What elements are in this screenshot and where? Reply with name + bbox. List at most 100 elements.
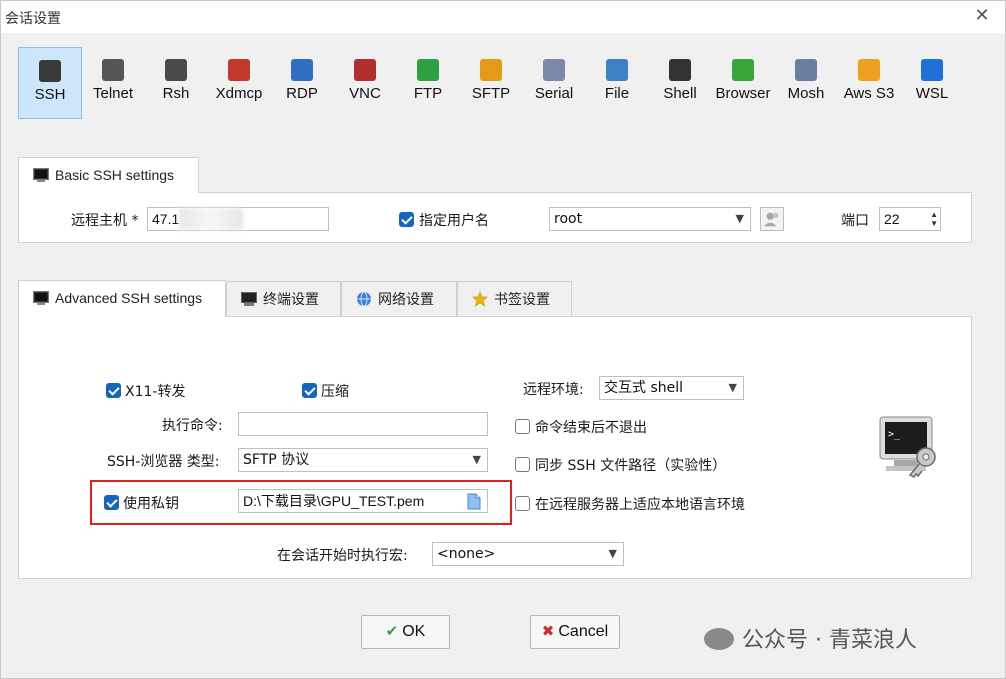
watermark: 公众号 · 青菜浪人 (704, 622, 917, 654)
protocol-label: FTP (413, 85, 443, 102)
chevron-down-icon: ▼ (608, 547, 617, 560)
aws-s3-icon (858, 59, 880, 81)
compression-checkbox[interactable] (302, 383, 317, 398)
startup-macro-select[interactable]: <none> ▼ (432, 542, 624, 566)
browser-icon (732, 59, 754, 81)
startup-macro-value: <none> (437, 546, 496, 562)
port-input[interactable]: 22 ▲ ▼ (879, 207, 941, 231)
username-select[interactable]: root ▼ (549, 207, 751, 231)
title-bar: 会话设置 ✕ (1, 1, 1005, 33)
x11-forwarding-checkbox[interactable] (106, 383, 121, 398)
ssh-key-terminal-icon: >_ (879, 416, 936, 478)
shell-icon (669, 59, 691, 81)
tab-label: 书签设置 (494, 291, 550, 307)
remote-environment-select[interactable]: 交互式 shell ▼ (599, 376, 744, 400)
ssh-browser-type-select[interactable]: SFTP 协议 ▼ (238, 448, 488, 472)
protocol-ssh-button[interactable]: SSH (18, 47, 82, 119)
protocol-wsl-button[interactable]: WSL (900, 47, 964, 119)
vnc-icon (354, 59, 376, 81)
specify-username-checkbox[interactable] (399, 212, 414, 227)
redacted-host (179, 208, 243, 230)
do-not-exit-label: 命令结束后不退出 (535, 420, 647, 436)
adapt-locale-checkbox[interactable] (515, 496, 530, 511)
tab-advanced-ssh-settings[interactable]: Advanced SSH settings (18, 280, 226, 318)
chevron-down-icon: ▼ (472, 453, 481, 466)
protocol-label: Telnet (92, 85, 134, 102)
watermark-text: 公众号 · 青菜浪人 (742, 628, 917, 653)
protocol-label: SFTP (471, 85, 511, 102)
compression-label: 压缩 (321, 384, 349, 400)
protocol-label: Xdmcp (215, 85, 263, 102)
startup-macro-label: 在会话开始时执行宏: (277, 548, 408, 564)
spinner-arrows-icon[interactable]: ▲ ▼ (930, 210, 938, 228)
protocol-label: WSL (915, 85, 949, 102)
network-globe-icon (357, 291, 371, 307)
protocol-rdp-button[interactable]: RDP (270, 47, 334, 119)
sync-ssh-path-label: 同步 SSH 文件路径（实验性） (535, 458, 727, 474)
protocol-shell-button[interactable]: Shell (648, 47, 712, 119)
cancel-label: Cancel (558, 623, 609, 640)
protocol-label: VNC (349, 85, 381, 102)
tab-bookmark-settings[interactable]: 书签设置 (457, 281, 572, 317)
highlight-box (90, 480, 512, 525)
tab-label: 网络设置 (378, 291, 434, 307)
terminal-icon (33, 291, 49, 305)
ftp-globe-icon (417, 59, 439, 81)
advanced-settings-panel (18, 316, 972, 579)
protocol-sftp-button[interactable]: SFTP (459, 47, 523, 119)
ok-button[interactable]: ✔ OK (361, 615, 450, 649)
protocol-file-button[interactable]: File (585, 47, 649, 119)
tab-basic-ssh-settings[interactable]: Basic SSH settings (18, 157, 199, 193)
protocol-aws-s3-button[interactable]: Aws S3 (837, 47, 901, 119)
port-value: 22 (884, 211, 900, 227)
tab-join (19, 314, 225, 318)
tab-network-settings[interactable]: 网络设置 (341, 281, 457, 317)
rdp-icon (291, 59, 313, 81)
port-label: 端口 (841, 213, 869, 229)
protocol-vnc-button[interactable]: VNC (333, 47, 397, 119)
sync-ssh-path-checkbox[interactable] (515, 457, 530, 472)
terminal-icon (33, 168, 49, 182)
session-settings-window: 会话设置 ✕ SSH Telnet Rsh Xdmcp RDP VNC FTP SFTP Ser… (0, 0, 1006, 679)
protocol-telnet-button[interactable]: Telnet (81, 47, 145, 119)
username-value: root (554, 211, 583, 227)
xdmcp-icon (228, 59, 250, 81)
x11-forwarding-label: X11-转发 (125, 384, 186, 400)
protocol-serial-button[interactable]: Serial (522, 47, 586, 119)
cross-icon: ✖ (541, 623, 555, 640)
star-icon (472, 291, 488, 307)
protocol-toolbar: SSH Telnet Rsh Xdmcp RDP VNC FTP SFTP Serial File… (15, 47, 975, 121)
tab-join (19, 190, 198, 194)
protocol-browser-button[interactable]: Browser (711, 47, 775, 119)
cancel-button[interactable]: ✖ Cancel (530, 615, 620, 649)
close-icon[interactable]: ✕ (971, 5, 993, 27)
ok-label: OK (402, 623, 426, 640)
adapt-locale-label: 在远程服务器上适应本地语言环境 (535, 497, 745, 513)
file-icon (606, 59, 628, 81)
execute-command-label: 执行命令: (162, 418, 223, 434)
execute-command-input[interactable] (238, 412, 488, 436)
sftp-icon (480, 59, 502, 81)
window-title: 会话设置 (5, 11, 61, 27)
wsl-windows-icon (921, 59, 943, 81)
protocol-label: Rsh (162, 85, 190, 102)
protocol-xdmcp-button[interactable]: Xdmcp (207, 47, 271, 119)
protocol-label: File (604, 85, 630, 102)
do-not-exit-checkbox[interactable] (515, 419, 530, 434)
ssh-terminal-icon (39, 60, 61, 82)
protocol-mosh-button[interactable]: Mosh (774, 47, 838, 119)
tab-label: Basic SSH settings (55, 167, 175, 183)
remote-environment-label: 远程环境: (523, 382, 584, 398)
user-manager-button[interactable] (760, 207, 784, 231)
protocol-ftp-button[interactable]: FTP (396, 47, 460, 119)
tab-terminal-settings[interactable]: 终端设置 (226, 281, 341, 317)
check-icon: ✔ (385, 623, 399, 640)
telnet-icon (102, 59, 124, 81)
rsh-icon (165, 59, 187, 81)
protocol-rsh-button[interactable]: Rsh (144, 47, 208, 119)
ssh-browser-type-label: SSH-浏览器 类型: (107, 454, 220, 470)
protocol-label: SSH (34, 86, 66, 103)
protocol-label: Browser (715, 85, 771, 102)
tab-label: Advanced SSH settings (55, 290, 203, 306)
chevron-down-icon: ▼ (728, 381, 737, 394)
